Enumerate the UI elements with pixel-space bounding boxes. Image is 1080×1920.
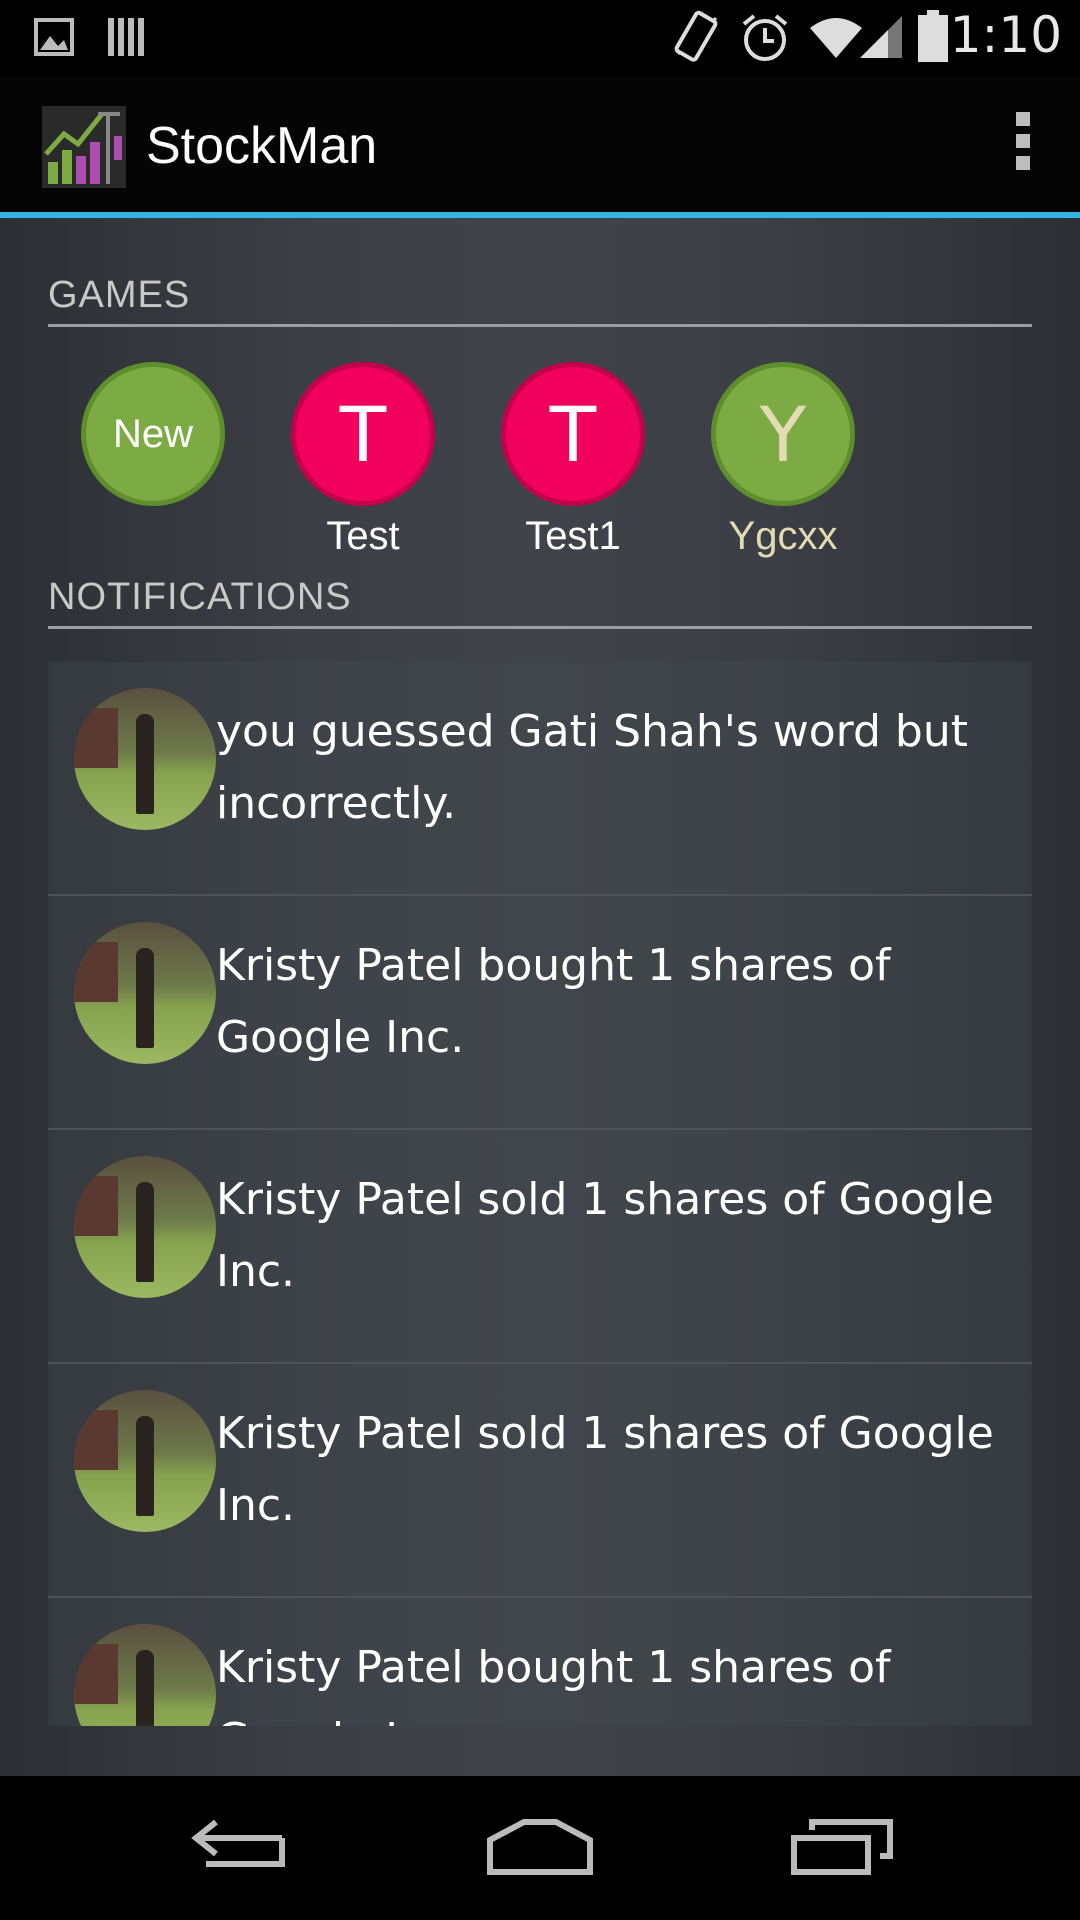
game-label: Ygcxx	[728, 514, 838, 558]
notification-text: Kristy Patel bought 1 shares of Google I…	[216, 940, 891, 1063]
user-avatar	[74, 1156, 216, 1298]
games-section-header: GAMES	[48, 274, 191, 316]
user-avatar	[74, 1390, 216, 1532]
game-initial: T	[339, 389, 387, 479]
game-test[interactable]: T Test	[283, 362, 443, 559]
user-avatar	[74, 922, 216, 1064]
main-content: GAMES New T Test T Test1 Y Ygcxx NOTIFIC…	[0, 218, 1080, 1776]
game-avatar[interactable]: T	[501, 362, 645, 506]
vibrate-icon	[672, 10, 718, 71]
game-label: Test1	[525, 514, 621, 558]
user-avatar	[74, 1624, 216, 1726]
notification-text: Kristy Patel sold 1 shares of Google Inc…	[216, 1174, 994, 1297]
clock: 1:10	[949, 6, 1062, 64]
game-label: Test	[326, 514, 400, 558]
navigation-bar	[0, 1776, 1080, 1920]
app-logo-icon[interactable]	[42, 106, 126, 188]
games-divider	[48, 324, 1032, 327]
app-title: StockMan	[146, 117, 378, 175]
home-icon[interactable]	[484, 1818, 596, 1881]
notification-item[interactable]: Kristy Patel bought 1 shares of Google I…	[48, 896, 1032, 1130]
notifications-list[interactable]: you guessed Gati Shah's word but incorre…	[48, 662, 1032, 1726]
new-game-label: New	[112, 411, 194, 456]
barcode-icon	[106, 14, 146, 63]
action-bar: StockMan	[0, 76, 1080, 212]
recent-apps-icon[interactable]	[790, 1816, 896, 1881]
user-avatar	[74, 688, 216, 830]
game-avatar[interactable]: T	[291, 362, 435, 506]
game-initial: Y	[759, 389, 807, 479]
notification-item[interactable]: Kristy Patel bought 1 shares of Google I…	[48, 1598, 1032, 1726]
back-icon[interactable]	[186, 1814, 290, 1883]
game-avatar[interactable]: Y	[711, 362, 855, 506]
wifi-icon	[808, 14, 864, 65]
new-game-button[interactable]: New	[81, 362, 225, 506]
notification-item[interactable]: you guessed Gati Shah's word but incorre…	[48, 662, 1032, 896]
notification-text: you guessed Gati Shah's word but incorre…	[216, 706, 968, 829]
game-initial: T	[549, 389, 597, 479]
overflow-menu-icon[interactable]	[1008, 112, 1038, 178]
signal-icon	[858, 14, 904, 65]
status-bar: 1:10	[0, 0, 1080, 76]
battery-icon	[918, 10, 948, 67]
image-icon	[34, 18, 74, 61]
notifications-divider	[48, 626, 1032, 629]
notification-text: Kristy Patel bought 1 shares of Google I…	[216, 1642, 891, 1726]
alarm-icon	[740, 12, 790, 69]
notification-item[interactable]: Kristy Patel sold 1 shares of Google Inc…	[48, 1130, 1032, 1364]
game-test1[interactable]: T Test1	[493, 362, 653, 559]
notification-item[interactable]: Kristy Patel sold 1 shares of Google Inc…	[48, 1364, 1032, 1598]
game-new[interactable]: New	[73, 362, 233, 506]
notification-text: Kristy Patel sold 1 shares of Google Inc…	[216, 1408, 994, 1531]
game-ygcxx[interactable]: Y Ygcxx	[703, 362, 863, 559]
notifications-section-header: NOTIFICATIONS	[48, 576, 352, 618]
